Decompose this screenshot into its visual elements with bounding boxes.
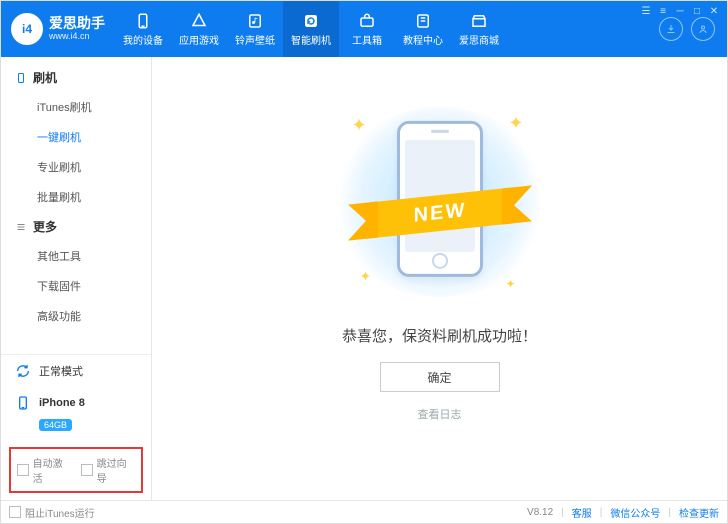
menu-lines-icon <box>15 221 27 233</box>
refresh-icon <box>302 12 320 30</box>
block-itunes-checkbox[interactable]: 阻止iTunes运行 <box>9 505 95 520</box>
separator: | <box>668 507 671 518</box>
status-left: 阻止iTunes运行 <box>9 505 95 520</box>
device-phone-icon <box>15 395 31 411</box>
nav-flash[interactable]: 智能刷机 <box>283 1 339 57</box>
sidebar-item-batch-flash[interactable]: 批量刷机 <box>1 182 151 212</box>
section-title: 刷机 <box>33 69 57 86</box>
view-log-link[interactable]: 查看日志 <box>418 406 462 422</box>
menu-icon[interactable]: ≡ <box>656 5 670 17</box>
nav-label: 铃声壁纸 <box>235 32 275 47</box>
nav-toolbox[interactable]: 工具箱 <box>339 1 395 57</box>
nav-my-device[interactable]: 我的设备 <box>115 1 171 57</box>
body: 刷机 iTunes刷机 一键刷机 专业刷机 批量刷机 更多 其他工具 下载固件 … <box>1 57 727 501</box>
status-bar: 阻止iTunes运行 V8.12 | 客服 | 微信公众号 | 检查更新 <box>1 500 727 523</box>
nav-store[interactable]: 爱思商城 <box>451 1 507 57</box>
nav-label: 工具箱 <box>352 32 382 47</box>
ok-button[interactable]: 确定 <box>380 362 500 392</box>
version-label: V8.12 <box>527 507 553 518</box>
sidebar-bottom: 正常模式 iPhone 8 64GB 自动激活 跳过向导 <box>1 354 151 501</box>
sparkle-icon: ✦ <box>505 277 515 291</box>
toolbox-icon <box>358 12 376 30</box>
sidebar-item-advanced[interactable]: 高级功能 <box>1 301 151 331</box>
mode-label: 正常模式 <box>39 363 83 379</box>
sync-icon <box>15 363 31 379</box>
wechat-link[interactable]: 微信公众号 <box>610 505 660 520</box>
nav-tutorial[interactable]: 教程中心 <box>395 1 451 57</box>
music-icon <box>246 12 264 30</box>
apps-icon <box>190 12 208 30</box>
nav-label: 教程中心 <box>403 32 443 47</box>
checkbox-label: 自动激活 <box>33 455 71 485</box>
minimize-icon[interactable]: ─ <box>673 5 687 17</box>
app-url: www.i4.cn <box>49 32 105 42</box>
sidebar: 刷机 iTunes刷机 一键刷机 专业刷机 批量刷机 更多 其他工具 下载固件 … <box>1 57 152 501</box>
ribbon-label: NEW <box>370 188 510 239</box>
sidebar-section-flash[interactable]: 刷机 <box>1 63 151 92</box>
sparkle-icon: ✦ <box>352 115 367 136</box>
maximize-icon[interactable]: □ <box>690 5 704 17</box>
service-link[interactable]: 客服 <box>572 505 592 520</box>
nav-label: 爱思商城 <box>459 32 499 47</box>
book-icon <box>414 12 432 30</box>
main-panel: ✦ ✦ ✦ ✦ NEW 恭喜您，保资料刷机成功啦！ 确定 查看日志 <box>152 57 727 501</box>
store-icon <box>470 12 488 30</box>
success-illustration: ✦ ✦ ✦ ✦ NEW <box>330 107 550 297</box>
mode-row[interactable]: 正常模式 <box>1 355 151 387</box>
sidebar-scroll: 刷机 iTunes刷机 一键刷机 专业刷机 批量刷机 更多 其他工具 下载固件 … <box>1 57 151 354</box>
checkbox-box-icon <box>17 464 29 476</box>
app-logo[interactable]: i4 爱思助手 www.i4.cn <box>1 1 115 57</box>
sidebar-item-other-tools[interactable]: 其他工具 <box>1 241 151 271</box>
titlebar-controls: ☰ ≡ ─ □ ✕ <box>639 5 721 17</box>
nav-ringtones[interactable]: 铃声壁纸 <box>227 1 283 57</box>
checkbox-box-icon <box>81 464 93 476</box>
phone-icon <box>134 12 152 30</box>
logo-badge-icon: i4 <box>11 13 43 45</box>
skin-icon[interactable]: ☰ <box>639 5 653 17</box>
highlighted-options: 自动激活 跳过向导 <box>9 447 143 493</box>
storage-badge: 64GB <box>39 419 72 431</box>
download-icon <box>665 23 677 35</box>
sidebar-item-oneclick-flash[interactable]: 一键刷机 <box>1 122 151 152</box>
auto-activate-checkbox[interactable]: 自动激活 <box>17 455 71 485</box>
new-ribbon: NEW <box>370 195 510 231</box>
user-icon <box>697 23 709 35</box>
sidebar-section-more[interactable]: 更多 <box>1 212 151 241</box>
nav-apps[interactable]: 应用游戏 <box>171 1 227 57</box>
separator: | <box>600 507 603 518</box>
phone-outline-icon <box>15 72 27 84</box>
separator: | <box>561 507 564 518</box>
skip-guide-checkbox[interactable]: 跳过向导 <box>81 455 135 485</box>
app-window: ☰ ≡ ─ □ ✕ i4 爱思助手 www.i4.cn 我的设备 应用游戏 <box>0 0 728 524</box>
nav-label: 应用游戏 <box>179 32 219 47</box>
nav-label: 智能刷机 <box>291 32 331 47</box>
nav-tabs: 我的设备 应用游戏 铃声壁纸 智能刷机 工具箱 教程中心 <box>115 1 647 57</box>
user-button[interactable] <box>691 17 715 41</box>
sidebar-item-itunes-flash[interactable]: iTunes刷机 <box>1 92 151 122</box>
update-link[interactable]: 检查更新 <box>679 505 719 520</box>
status-right: V8.12 | 客服 | 微信公众号 | 检查更新 <box>527 505 719 520</box>
close-icon[interactable]: ✕ <box>707 5 721 17</box>
download-button[interactable] <box>659 17 683 41</box>
header-bar: i4 爱思助手 www.i4.cn 我的设备 应用游戏 铃声壁纸 智能刷机 <box>1 1 727 57</box>
sidebar-item-download-firmware[interactable]: 下载固件 <box>1 271 151 301</box>
nav-label: 我的设备 <box>123 32 163 47</box>
checkbox-label: 阻止iTunes运行 <box>25 505 95 520</box>
checkbox-box-icon <box>9 506 21 518</box>
sidebar-item-pro-flash[interactable]: 专业刷机 <box>1 152 151 182</box>
sparkle-icon: ✦ <box>508 113 523 134</box>
app-name: 爱思助手 <box>49 16 105 31</box>
checkbox-label: 跳过向导 <box>97 455 135 485</box>
success-message: 恭喜您，保资料刷机成功啦！ <box>342 325 537 346</box>
device-name: iPhone 8 <box>39 397 85 409</box>
device-row[interactable]: iPhone 8 64GB <box>1 387 151 439</box>
sparkle-icon: ✦ <box>360 268 372 285</box>
section-title: 更多 <box>33 218 57 235</box>
